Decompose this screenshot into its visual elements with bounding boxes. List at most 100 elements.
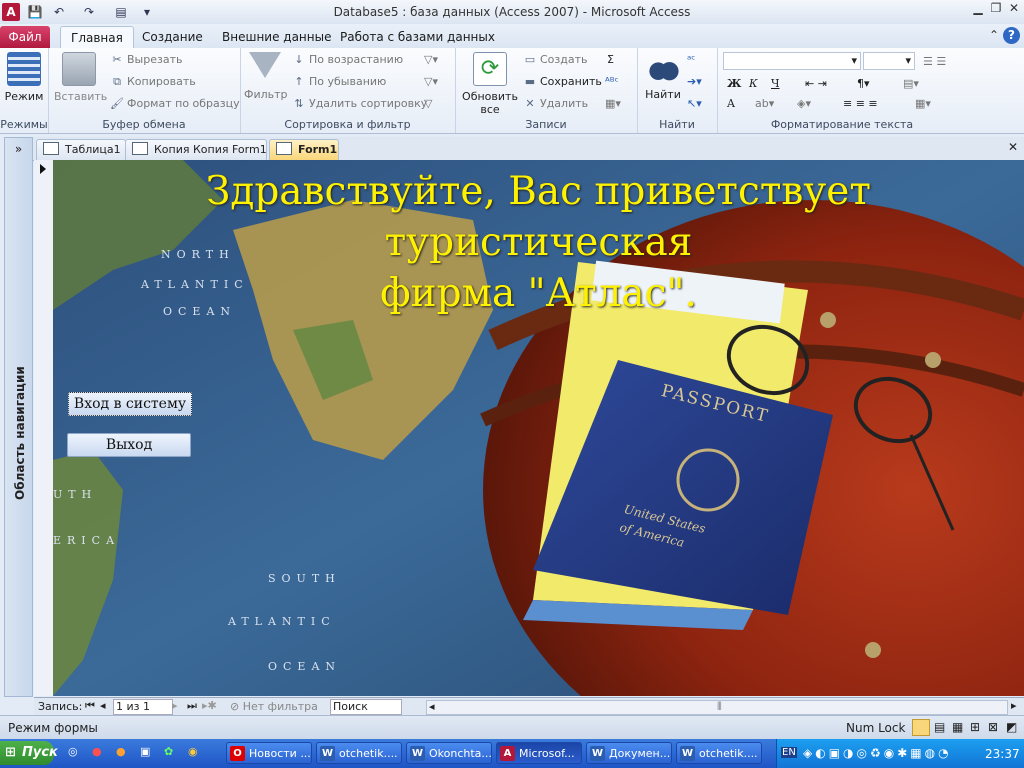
totals-icon[interactable]: Σ [607, 50, 614, 70]
exit-button[interactable]: Выход [67, 433, 191, 457]
font-size-dropdown[interactable]: ▾ [863, 52, 915, 70]
tab-file[interactable]: Файл [0, 26, 50, 48]
sort-descending-button[interactable]: ↑ По убыванию [292, 72, 386, 92]
font-name-dropdown[interactable]: ▾ [723, 52, 861, 70]
copy-button[interactable]: ⧉ Копировать [110, 72, 196, 92]
fill-color-icon[interactable]: ◈▾ [797, 94, 811, 114]
new-record-nav-icon[interactable]: ▸✱ [202, 699, 217, 712]
language-indicator[interactable]: EN [781, 747, 797, 758]
refresh-all-button[interactable]: ⟳ Обновить все [459, 52, 521, 116]
group-text-formatting: ▾ ▾ ☰ ☰ Ж К Ч ⇤ ⇥ ¶▾ ▤▾ A ab▾ ◈▾ ≡ ≡ ≡ ▦… [717, 48, 967, 133]
format-painter-button[interactable]: 🖌 Формат по образцу [110, 94, 240, 114]
start-button[interactable]: ⊞ Пуск [0, 741, 58, 765]
filter-icon [249, 52, 281, 78]
doc-tab-table1[interactable]: Таблица1 [36, 139, 126, 160]
restore-button[interactable]: ❐ [986, 1, 1006, 19]
opera-icon: O [230, 746, 245, 761]
search-input[interactable]: Поиск [330, 699, 402, 715]
remove-sort-button[interactable]: ⇅ Удалить сортировку [292, 94, 427, 114]
taskbar-word-otchetik[interactable]: Wotchetik.... [316, 742, 402, 764]
navigation-pane[interactable]: » Область навигации [4, 137, 33, 697]
font-color-button[interactable]: A [727, 94, 735, 114]
italic-button[interactable]: К [749, 74, 758, 94]
gridlines-icon[interactable]: ▤▾ [903, 74, 919, 94]
quicklaunch-firefox-icon[interactable]: ● [116, 745, 126, 758]
tab-home[interactable]: Главная [60, 26, 134, 49]
pivot-view-icon[interactable]: ⊠ [988, 720, 998, 734]
select-icon[interactable]: ↖▾ [687, 94, 702, 114]
last-record-icon[interactable]: ⏭ [187, 699, 197, 713]
taskbar-word-otchetik-2[interactable]: Wotchetik.... [676, 742, 762, 764]
layout-view-icon[interactable]: ▦ [952, 720, 963, 734]
taskbar-access[interactable]: A Microsof... [496, 742, 582, 764]
doc-tab-copy-form1[interactable]: Копия Копия Form1 [125, 139, 267, 160]
scroll-right-icon[interactable]: ▸ [1011, 699, 1017, 712]
goto-icon[interactable]: ➔▾ [687, 72, 702, 92]
chevron-down-icon: ▾ [851, 54, 857, 67]
filter-status[interactable]: ⊘ Нет фильтра [230, 700, 318, 713]
record-position-field[interactable]: 1 из 1 [113, 699, 173, 715]
sort-ascending-icon: ↓ [294, 53, 304, 66]
login-button[interactable]: Вход в систему [68, 392, 192, 416]
next-record-icon[interactable]: ▸ [172, 699, 178, 712]
quicklaunch-ie-icon[interactable]: ◎ [68, 745, 78, 758]
paragraph-icon[interactable]: ¶▾ [857, 74, 870, 94]
taskbar-word-okonchta[interactable]: W Okonchta... [406, 742, 492, 764]
bold-button[interactable]: Ж [727, 74, 741, 94]
map-label: UTH [53, 488, 98, 501]
indent-icon[interactable]: ⇤ ⇥ [805, 74, 827, 94]
sort-ascending-button[interactable]: ↓ По возрастанию [292, 50, 403, 70]
tab-create[interactable]: Создание [132, 26, 213, 48]
doc-tab-form1[interactable]: Form1 [269, 139, 339, 160]
mode-button[interactable]: Режим [4, 52, 44, 103]
scroll-left-icon[interactable]: ◂ [429, 700, 435, 713]
taskbar-opera-news[interactable]: O Новости ... [226, 742, 312, 764]
quicklaunch-chrome-icon[interactable]: ◉ [188, 745, 198, 758]
find-button[interactable]: Найти [641, 52, 685, 101]
view-mode-status: Режим формы [8, 721, 98, 735]
group-clipboard: Вставить ✂ Вырезать ⧉ Копировать 🖌 Формат п… [48, 48, 241, 133]
bullets-icon[interactable]: ☰ ☰ [923, 52, 946, 72]
tab-external-data[interactable]: Внешние данные [212, 26, 341, 48]
save-record-button[interactable]: ▬ Сохранить [523, 72, 602, 92]
collapse-ribbon-icon[interactable]: ⌃ [984, 28, 1004, 46]
cut-button[interactable]: ✂ Вырезать [110, 50, 182, 70]
prev-record-icon[interactable]: ◂ [100, 699, 106, 712]
datasheet-view-icon[interactable]: ▤ [934, 720, 945, 734]
toggle-filter-icon[interactable]: ▽ [424, 94, 432, 114]
close-doc-icon[interactable]: ✕ [1008, 140, 1018, 154]
quicklaunch-opera-icon[interactable]: ● [92, 745, 102, 758]
close-window-button[interactable]: ✕ [1004, 1, 1024, 19]
delete-record-button[interactable]: ✕ Удалить [523, 94, 588, 114]
spelling-icon[interactable]: ᴬᴮᶜ [605, 72, 619, 92]
filter-button[interactable]: Фильтр [244, 52, 288, 101]
horizontal-scrollbar[interactable]: ◂ ⦀ [426, 700, 1008, 715]
replace-icon[interactable]: ᵃᶜ [687, 50, 695, 70]
new-record-button[interactable]: ▭ Создать [523, 50, 588, 70]
record-selector[interactable] [34, 160, 54, 696]
quicklaunch-folder-icon[interactable]: ▣ [140, 745, 150, 758]
first-record-icon[interactable]: ⏮ [85, 699, 95, 713]
numlock-status: Num Lock [846, 721, 906, 735]
minimize-button[interactable]: ▁ [968, 1, 988, 19]
highlight-icon[interactable]: ab▾ [755, 94, 774, 114]
alt-row-color-icon[interactable]: ▦▾ [915, 94, 931, 114]
design-view-icon[interactable]: ⊞ [970, 720, 980, 734]
tray-icons[interactable]: ◈◐▣◑◎♻◉✱▦◍◔ [803, 746, 952, 760]
selection-filter-icon[interactable]: ▽▾ [424, 50, 438, 70]
tab-database-tools[interactable]: Работа с базами данных [330, 26, 505, 48]
chart-view-icon[interactable]: ◩ [1006, 720, 1017, 734]
ribbon: Режим Режимы Вставить ✂ Вырезать ⧉ Копиров… [0, 48, 1024, 134]
help-icon[interactable]: ? [1003, 27, 1020, 44]
quicklaunch-icq-icon[interactable]: ✿ [164, 745, 173, 758]
taskbar-word-document[interactable]: W Докумен... [586, 742, 672, 764]
form-view-icon[interactable] [912, 719, 930, 736]
more-records-icon[interactable]: ▦▾ [605, 94, 621, 114]
advanced-filter-icon[interactable]: ▽▾ [424, 72, 438, 92]
underline-button[interactable]: Ч [771, 74, 780, 94]
expand-nav-icon[interactable]: » [5, 142, 32, 156]
paste-button[interactable]: Вставить [54, 52, 107, 103]
delete-icon: ✕ [525, 97, 535, 110]
scroll-thumb[interactable]: ⦀ [717, 700, 722, 714]
align-icon[interactable]: ≡ ≡ ≡ [843, 94, 878, 114]
